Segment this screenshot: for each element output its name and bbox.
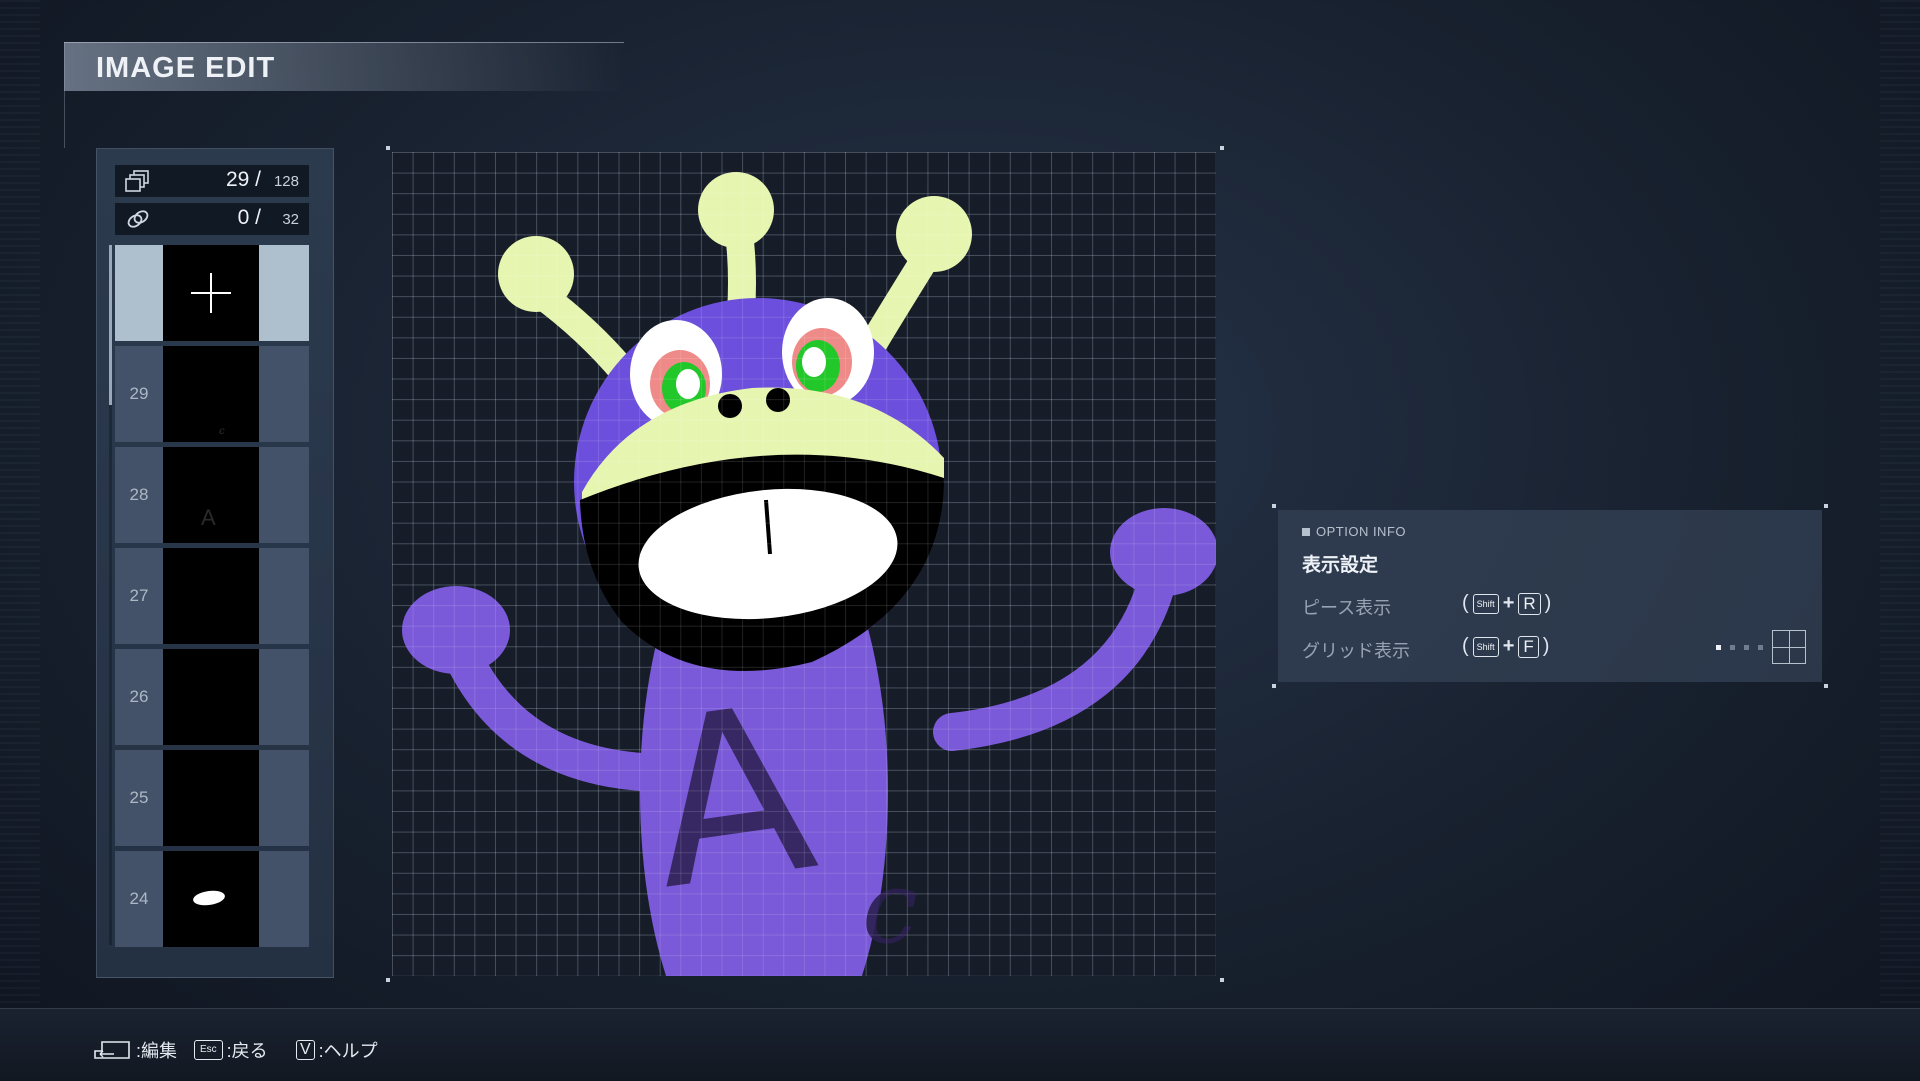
grid-level-dot <box>1744 644 1749 650</box>
layer-number: 28 <box>129 485 149 504</box>
layer-slot-25[interactable]: 25 <box>115 750 309 846</box>
canvas-corner-marker <box>386 146 390 150</box>
r-key: R <box>1518 592 1541 615</box>
left-edge-texture <box>0 0 40 1080</box>
panel-corner-marker <box>1272 504 1276 508</box>
mascot-right-hand <box>1110 508 1216 596</box>
option-info-panel: OPTION INFO 表示設定 ピース表示 ( Shift + R ) グリッ… <box>1278 510 1822 682</box>
grid-level-dot <box>1758 644 1763 650</box>
mascot-right-arm <box>933 543 1181 751</box>
option-info-heading: OPTION INFO <box>1302 524 1406 539</box>
hint-help[interactable]: V :ヘルプ <box>296 1037 378 1063</box>
layer-slot-29[interactable]: 29 c <box>115 346 309 442</box>
layer-number: 25 <box>129 788 149 807</box>
piece-display-shortcut: ( Shift + R ) <box>1462 592 1552 615</box>
link-counter: 0 / 32 <box>115 203 309 235</box>
hint-back-label: :戻る <box>226 1041 268 1061</box>
panel-corner-marker <box>1824 684 1828 688</box>
grid-level-dot <box>1730 644 1735 650</box>
v-key: V <box>296 1040 315 1060</box>
canvas-corner-marker <box>1220 978 1224 982</box>
bottom-hint-bar: :編集 Esc :戻る V :ヘルプ <box>0 1008 1920 1081</box>
piece-max: 128 <box>273 173 299 190</box>
layer-number: 27 <box>129 586 149 605</box>
link-count: 0 / <box>237 206 261 229</box>
grid-icon <box>1772 630 1806 664</box>
mascot-letter-c: c <box>862 849 918 966</box>
layer-slot-26[interactable]: 26 <box>115 649 309 745</box>
mascot-nostril <box>766 388 790 412</box>
page-title: IMAGE EDIT <box>96 52 276 84</box>
alien-mascot-artwork: A c <box>402 172 1216 976</box>
hint-back[interactable]: Esc :戻る <box>194 1037 268 1063</box>
f-key: F <box>1518 635 1539 658</box>
add-layer-slot[interactable] <box>115 245 309 341</box>
layer-slot-24[interactable]: 24 <box>115 851 309 947</box>
panel-corner-marker <box>1824 504 1828 508</box>
svg-text:c: c <box>219 426 225 437</box>
add-layer-thumb <box>163 245 259 341</box>
mascot-antenna-ball <box>698 172 774 248</box>
right-edge-texture <box>1880 0 1920 1080</box>
layer-thumb: A <box>163 447 259 543</box>
layer-panel: 29 / 128 0 / 32 29 c 28 A 27 26 25 24 <box>96 148 334 978</box>
mascot-nostril <box>718 394 742 418</box>
mascot-antenna-ball <box>896 196 972 272</box>
layer-number: 26 <box>129 687 149 706</box>
layer-thumb <box>163 649 259 745</box>
layer-preview-letter: A <box>201 505 216 530</box>
hint-help-label: :ヘルプ <box>318 1041 378 1061</box>
grid-display-label: グリッド表示 <box>1302 641 1410 661</box>
layers-icon <box>125 170 149 192</box>
piece-counter: 29 / 128 <box>115 165 309 197</box>
plus-icon <box>191 273 231 313</box>
grid-level-dot <box>1716 644 1721 650</box>
title-bar: IMAGE EDIT <box>64 42 624 91</box>
grid-level-selector[interactable] <box>1716 630 1806 664</box>
layer-thumb <box>163 851 259 947</box>
enter-key-icon <box>94 1041 130 1059</box>
esc-key: Esc <box>194 1040 223 1060</box>
grid-display-row[interactable]: グリッド表示 <box>1302 637 1410 663</box>
piece-display-row[interactable]: ピース表示 <box>1302 594 1391 620</box>
hint-edit[interactable]: :編集 <box>92 1037 177 1063</box>
canvas-corner-marker <box>1220 146 1224 150</box>
layer-scrollbar-thumb[interactable] <box>109 245 112 405</box>
mascot-left-hand <box>402 586 510 674</box>
bullet-square-icon <box>1302 528 1310 536</box>
layer-number: 24 <box>129 889 149 908</box>
layer-thumb: c <box>163 346 259 442</box>
panel-corner-marker <box>1272 684 1276 688</box>
canvas-corner-marker <box>386 978 390 982</box>
link-max: 32 <box>282 211 299 228</box>
piece-display-label: ピース表示 <box>1302 598 1392 618</box>
layer-thumb <box>163 750 259 846</box>
link-icon <box>127 210 149 228</box>
mascot-antenna-ball <box>498 236 574 312</box>
edit-canvas[interactable]: A c <box>392 152 1216 976</box>
grid-display-shortcut: ( Shift + F ) <box>1462 635 1550 658</box>
option-info-title: 表示設定 <box>1302 555 1379 576</box>
layer-number: 29 <box>129 384 149 403</box>
layer-thumb <box>163 548 259 644</box>
shift-key: Shift <box>1472 636 1499 657</box>
layer-slot-27[interactable]: 27 <box>115 548 309 644</box>
piece-count: 29 / <box>225 168 261 191</box>
hint-edit-label: :編集 <box>136 1041 178 1061</box>
layer-slot-28[interactable]: 28 A <box>115 447 309 543</box>
shift-key: Shift <box>1472 593 1499 614</box>
